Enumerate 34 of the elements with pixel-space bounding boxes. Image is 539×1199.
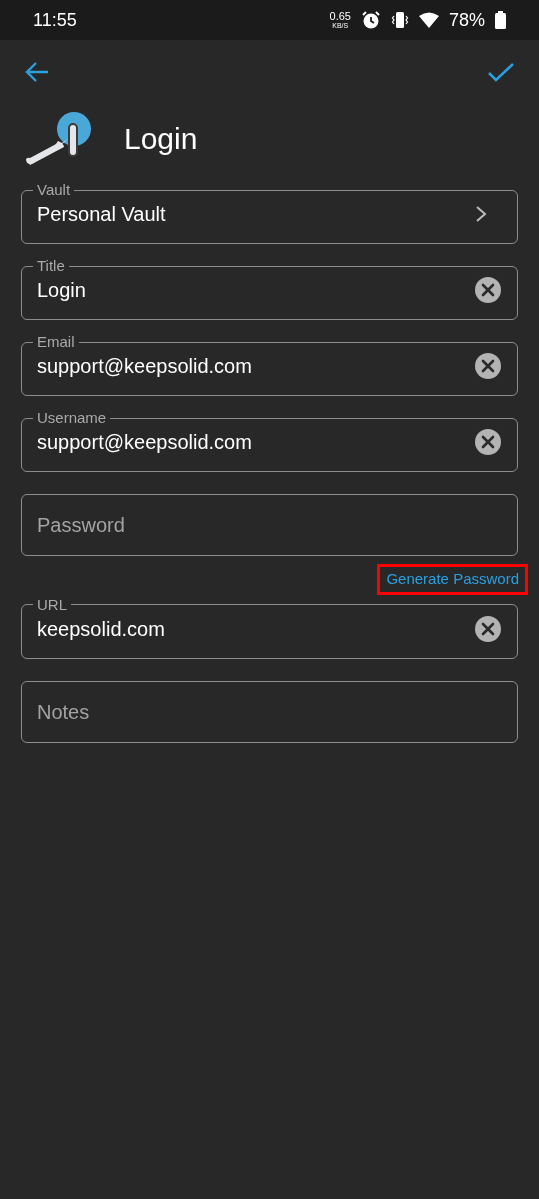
vibrate-icon xyxy=(390,11,409,29)
field-value: Login xyxy=(37,278,86,303)
field-label: Title xyxy=(36,257,66,275)
clear-icon[interactable] xyxy=(474,276,502,304)
field-label: Username xyxy=(36,409,108,427)
checkmark-icon[interactable] xyxy=(488,62,514,82)
field-label: URL xyxy=(36,595,68,614)
battery-icon xyxy=(495,11,506,29)
key-icon xyxy=(24,111,92,165)
input-field[interactable]: Password xyxy=(21,494,518,556)
battery-percent: 78% xyxy=(448,8,485,32)
field-placeholder: Notes xyxy=(37,699,90,725)
field-value: support@keepsolid.com xyxy=(37,430,252,455)
wifi-icon xyxy=(418,12,439,28)
input-field[interactable]: Title Login xyxy=(21,257,518,320)
clear-icon[interactable] xyxy=(474,614,502,643)
chevron-right-icon xyxy=(474,204,488,224)
input-field[interactable]: Notes xyxy=(21,680,518,743)
field-label: Email xyxy=(36,333,76,351)
generate-password-link[interactable]: Generate Password xyxy=(377,564,528,595)
field-placeholder: Password xyxy=(37,513,125,538)
back-icon[interactable] xyxy=(25,61,49,83)
field-value: support@keepsolid.com xyxy=(37,354,252,379)
network-speed: 0.65 xyxy=(329,11,351,22)
field-value: keepsolid.com xyxy=(37,616,165,642)
field-label: Vault xyxy=(36,181,72,199)
select-field[interactable]: Vault Personal Vault xyxy=(21,181,518,244)
clear-icon[interactable] xyxy=(474,428,502,456)
alarm-icon xyxy=(360,10,381,30)
field-value: Personal Vault xyxy=(37,202,166,227)
page-title: Login xyxy=(124,120,198,157)
clear-icon[interactable] xyxy=(474,352,502,380)
status-time: 11:55 xyxy=(33,8,77,32)
input-field[interactable]: Email support@keepsolid.com xyxy=(21,333,518,396)
